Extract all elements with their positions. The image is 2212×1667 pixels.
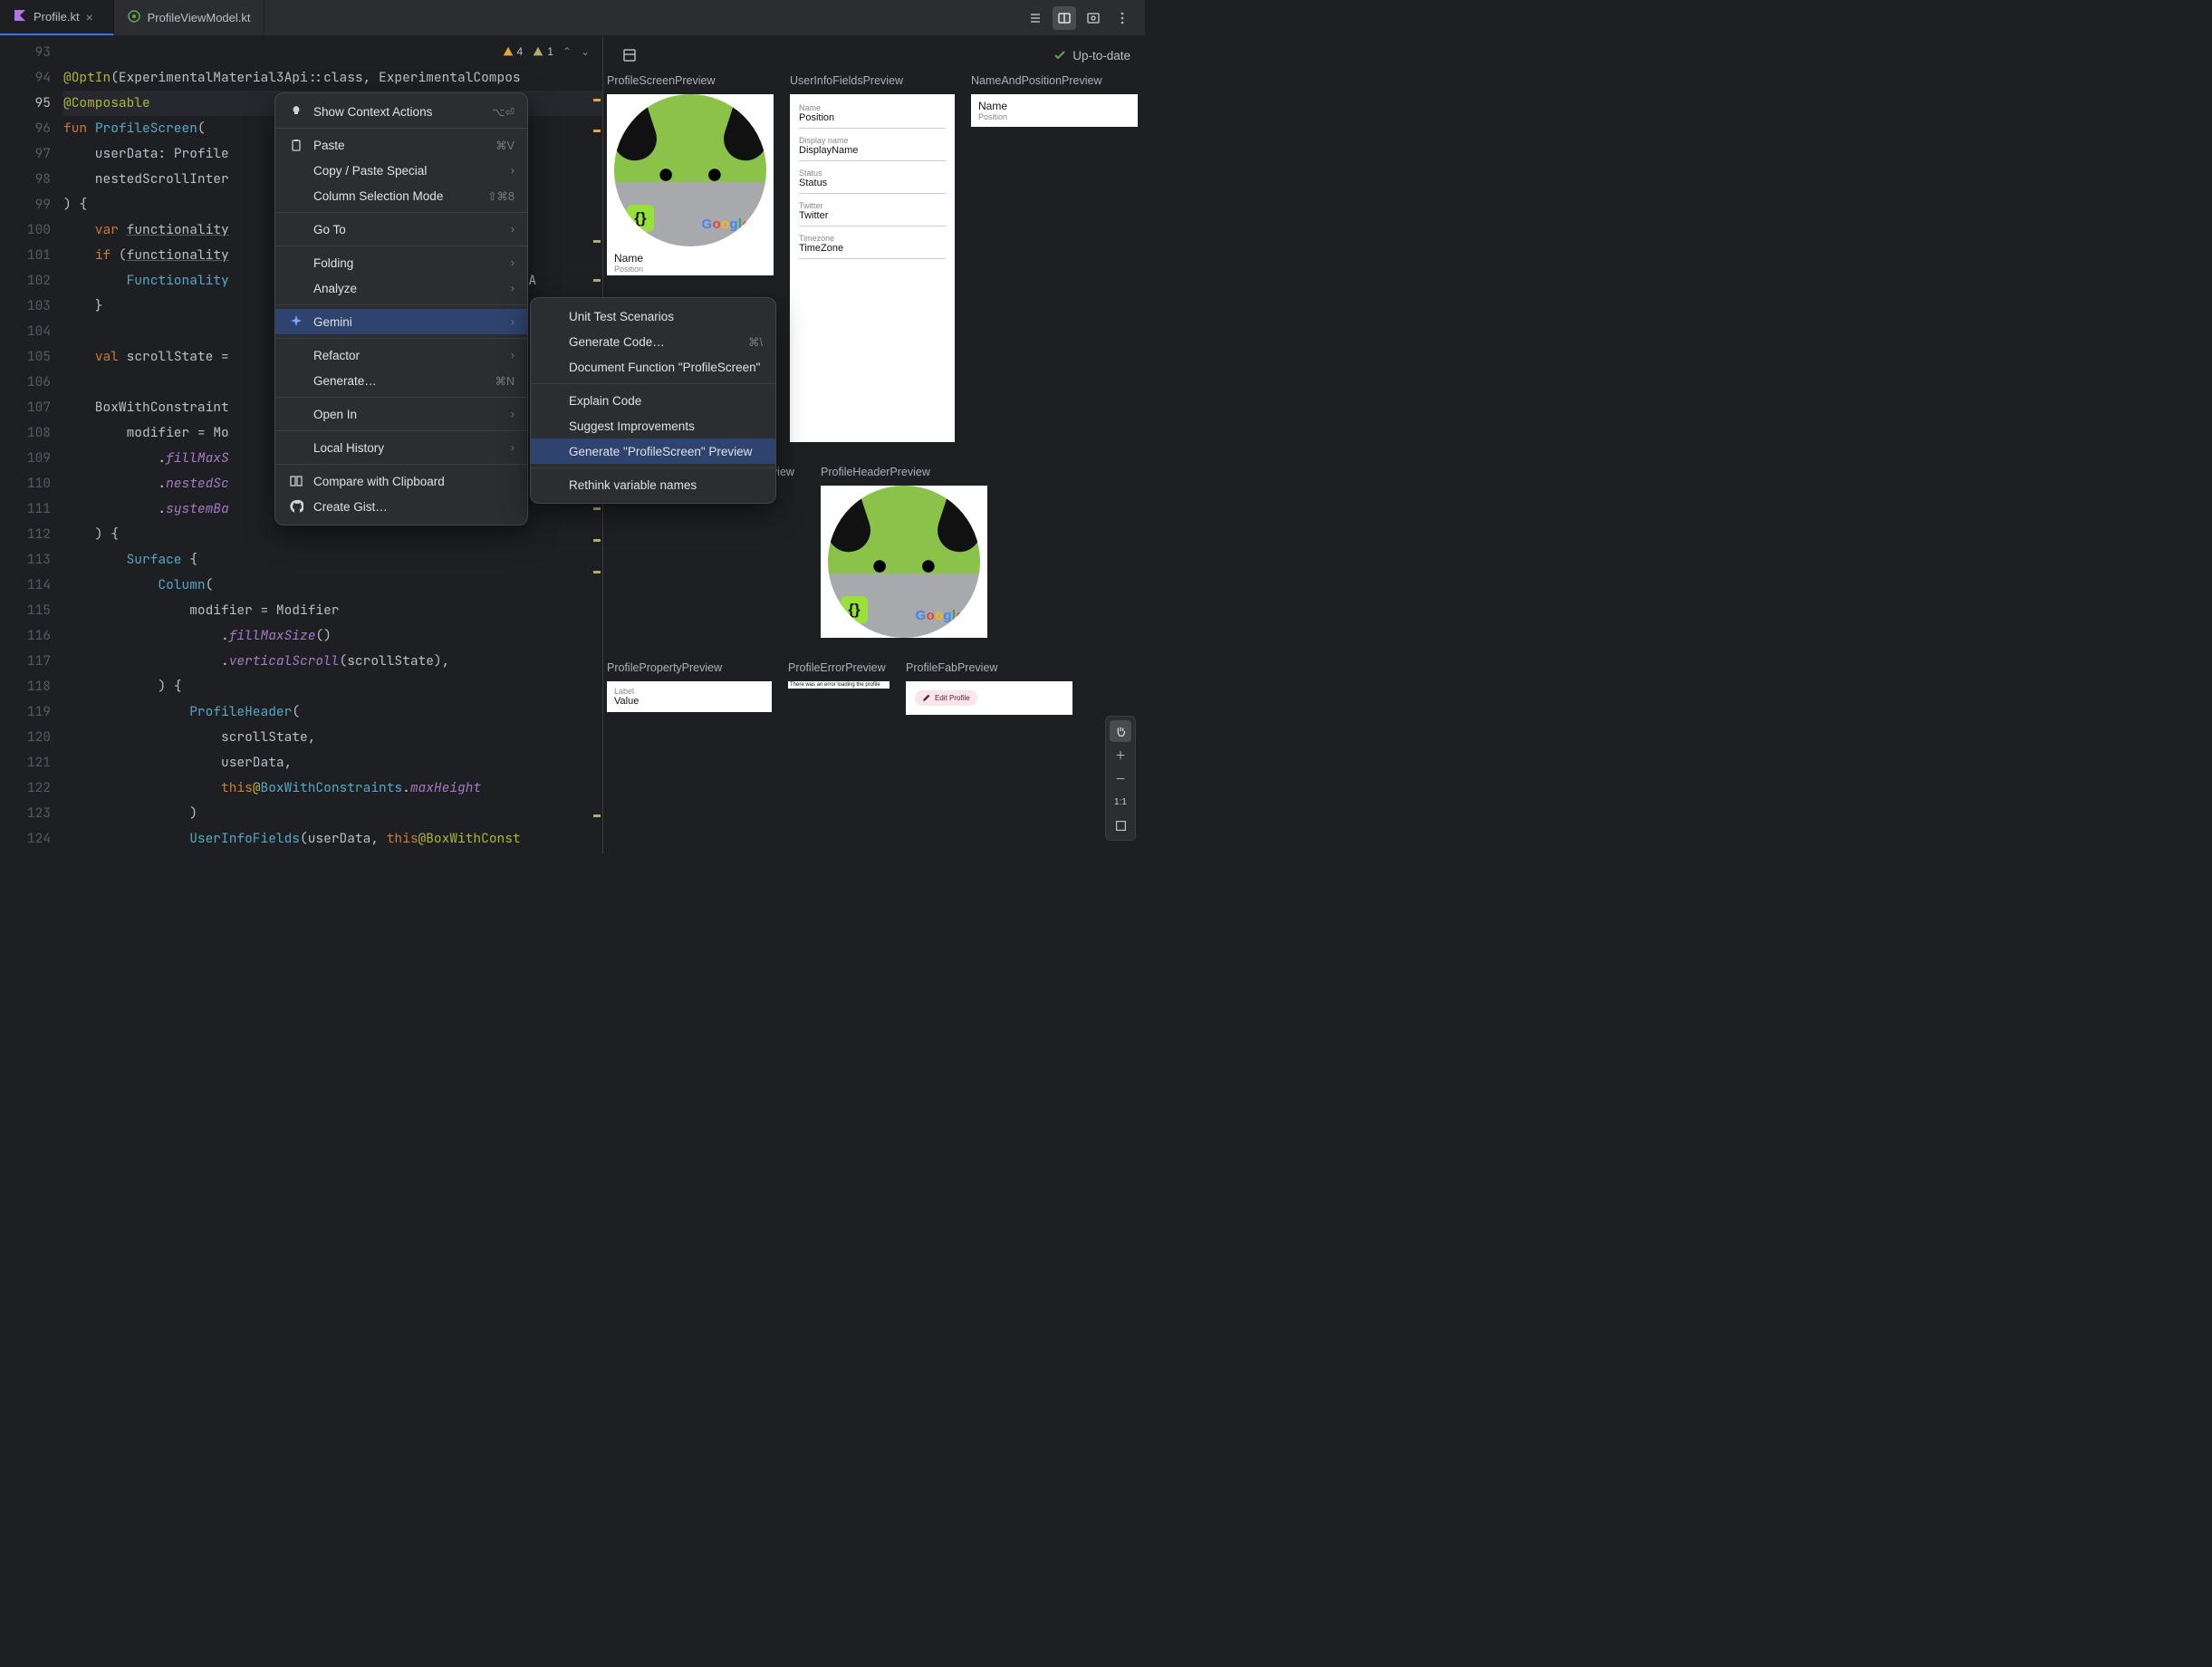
menu-item-generate-code[interactable]: Generate Code…⌘\ bbox=[531, 329, 775, 354]
zoom-in-icon[interactable]: ＋ bbox=[1110, 744, 1131, 766]
line-gutter: 9394959697989910010110210310410510610710… bbox=[0, 40, 63, 853]
menu-item-open-in[interactable]: Open In› bbox=[275, 401, 527, 427]
preview-title: ProfileHeaderPreview bbox=[821, 466, 987, 478]
preview-frame-header[interactable]: {}Google bbox=[821, 486, 987, 638]
toggle-preview-only-icon[interactable] bbox=[1082, 6, 1105, 30]
gemini-submenu: Unit Test ScenariosGenerate Code…⌘\Docum… bbox=[530, 297, 776, 504]
preview-frame-namepos[interactable]: Name Position bbox=[971, 94, 1138, 127]
inspections-widget[interactable]: 4 1 ⌃ ⌄ bbox=[502, 45, 591, 58]
preview-frame-profilescreen[interactable]: {}Google Name Position bbox=[607, 94, 774, 275]
menu-item-analyze[interactable]: Analyze› bbox=[275, 275, 527, 301]
menu-item-show-context-actions[interactable]: Show Context Actions⌥⏎ bbox=[275, 99, 527, 124]
layout-settings-icon[interactable] bbox=[618, 43, 641, 67]
menu-item-refactor[interactable]: Refactor› bbox=[275, 342, 527, 368]
menu-item-generate[interactable]: Generate…⌘N bbox=[275, 368, 527, 393]
menu-item-folding[interactable]: Folding› bbox=[275, 250, 527, 275]
tab-viewmodel[interactable]: ProfileViewModel.kt bbox=[114, 0, 264, 35]
menu-item-rethink-variable-names[interactable]: Rethink variable names bbox=[531, 472, 775, 497]
menu-item-gemini[interactable]: Gemini› bbox=[275, 309, 527, 334]
zoom-out-icon[interactable]: － bbox=[1110, 767, 1131, 789]
menu-item-column-selection-mode[interactable]: Column Selection Mode⇧⌘8 bbox=[275, 183, 527, 208]
preview-status: Up-to-date bbox=[1053, 48, 1130, 63]
next-highlight-icon[interactable]: ⌄ bbox=[581, 45, 590, 58]
editor-tabbar: Profile.kt × ProfileViewModel.kt bbox=[0, 0, 1145, 36]
tab-label: ProfileViewModel.kt bbox=[148, 11, 251, 24]
menu-item-explain-code[interactable]: Explain Code bbox=[531, 388, 775, 413]
preview-title: ProfileScreenPreview bbox=[607, 74, 774, 87]
toggle-editor-only-icon[interactable] bbox=[1024, 6, 1047, 30]
pan-icon[interactable] bbox=[1110, 720, 1131, 742]
zoom-actual-icon[interactable]: 1:1 bbox=[1110, 791, 1131, 813]
preview-title: UserInfoFieldsPreview bbox=[790, 74, 955, 87]
menu-item-compare-with-clipboard[interactable]: Compare with Clipboard bbox=[275, 468, 527, 494]
menu-item-create-gist[interactable]: Create Gist… bbox=[275, 494, 527, 519]
menu-item-copy-paste-special[interactable]: Copy / Paste Special› bbox=[275, 158, 527, 183]
toggle-split-icon[interactable] bbox=[1053, 6, 1076, 30]
preview-title: NameAndPositionPreview bbox=[971, 74, 1138, 87]
menu-item-generate-profilescreen-preview[interactable]: Generate "ProfileScreen" Preview bbox=[531, 438, 775, 464]
zoom-fit-icon[interactable] bbox=[1110, 814, 1131, 836]
more-icon[interactable] bbox=[1111, 6, 1134, 30]
close-icon[interactable]: × bbox=[86, 10, 101, 24]
menu-item-document-function-profilescreen[interactable]: Document Function "ProfileScreen" bbox=[531, 354, 775, 380]
tab-profile[interactable]: Profile.kt × bbox=[0, 0, 114, 35]
menu-item-unit-test-scenarios[interactable]: Unit Test Scenarios bbox=[531, 304, 775, 329]
preview-frame-error[interactable]: There was an error loading the profile bbox=[788, 681, 890, 689]
prev-highlight-icon[interactable]: ⌃ bbox=[563, 45, 572, 58]
preview-frame-property[interactable]: Label Value bbox=[607, 681, 772, 712]
kotlin-icon bbox=[13, 8, 27, 25]
tab-label: Profile.kt bbox=[34, 10, 80, 24]
menu-item-suggest-improvements[interactable]: Suggest Improvements bbox=[531, 413, 775, 438]
preview-title: ProfileFabPreview bbox=[906, 661, 1072, 674]
preview-title: ProfilePropertyPreview bbox=[607, 661, 772, 674]
menu-item-paste[interactable]: Paste⌘V bbox=[275, 132, 527, 158]
weak-warning-count: 1 bbox=[547, 45, 553, 58]
editor-context-menu: Show Context Actions⌥⏎ Paste⌘VCopy / Past… bbox=[274, 92, 528, 525]
warning-count: 4 bbox=[517, 45, 524, 58]
menu-item-go-to[interactable]: Go To› bbox=[275, 217, 527, 242]
preview-frame-userinfo[interactable]: NamePositionDisplay nameDisplayNameStatu… bbox=[790, 94, 955, 442]
preview-zoom-toolbar: ＋ － 1:1 bbox=[1105, 716, 1136, 841]
menu-item-local-history[interactable]: Local History› bbox=[275, 435, 527, 460]
preview-title: ProfileErrorPreview bbox=[788, 661, 890, 674]
composable-icon bbox=[127, 9, 141, 26]
preview-frame-fab[interactable]: Edit Profile bbox=[906, 681, 1072, 715]
